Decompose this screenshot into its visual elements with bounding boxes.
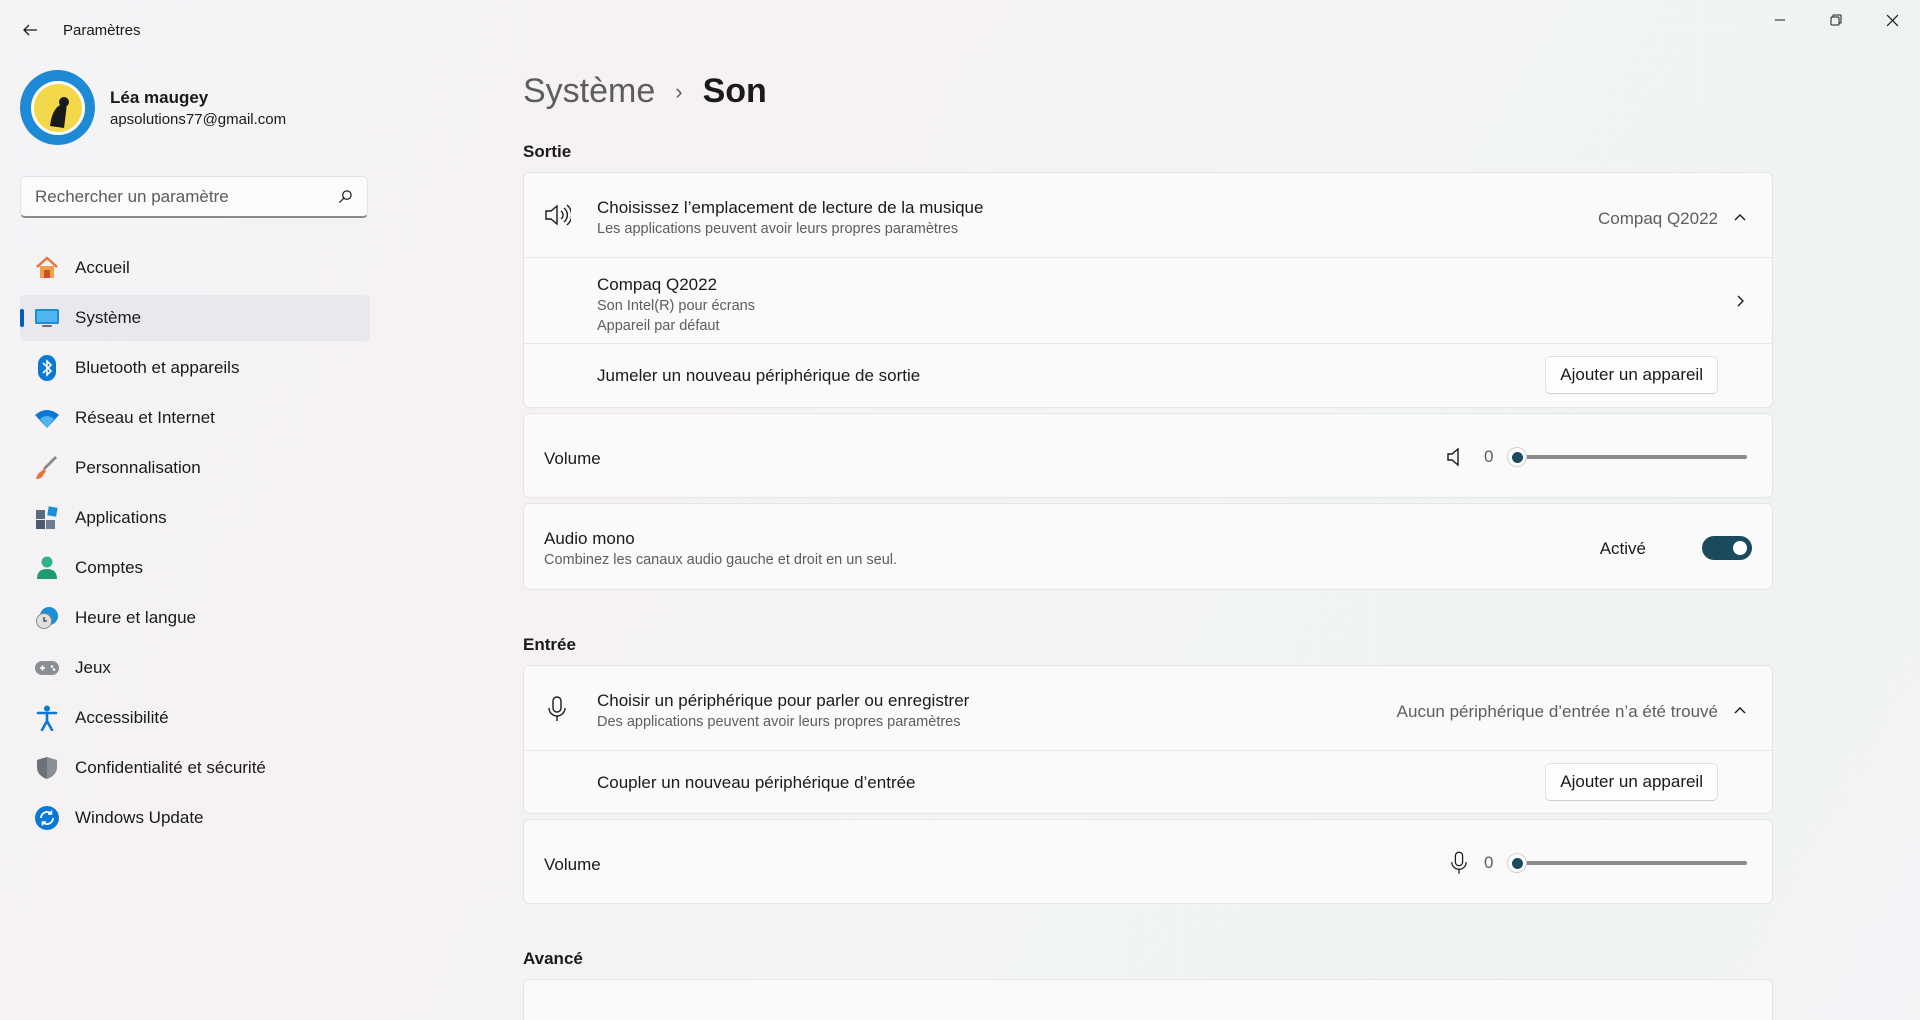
output-choose-row[interactable]: Choisissez l’emplacement de lecture de l… bbox=[524, 173, 1772, 258]
sidebar-item-personnalisation[interactable]: Personnalisation bbox=[20, 445, 370, 491]
input-choose-subtitle: Des applications peuvent avoir leurs pro… bbox=[597, 714, 961, 730]
output-device-name: Compaq Q2022 bbox=[597, 275, 718, 294]
minimize-button[interactable] bbox=[1752, 0, 1808, 40]
chevron-up-icon[interactable] bbox=[1730, 700, 1750, 720]
sidebar-item-heure-langue[interactable]: Heure et langue bbox=[20, 595, 370, 641]
restore-icon bbox=[1830, 14, 1842, 26]
sidebar-item-jeux[interactable]: Jeux bbox=[20, 645, 370, 691]
gamepad-icon bbox=[32, 653, 62, 683]
shield-icon bbox=[32, 753, 62, 783]
app-title: Paramètres bbox=[63, 22, 141, 39]
output-choose-subtitle: Les applications peuvent avoir leurs pro… bbox=[597, 221, 959, 237]
mono-audio-state: Activé bbox=[1599, 539, 1646, 558]
window-controls bbox=[1752, 0, 1920, 40]
input-choose-title: Choisir un périphérique pour parler ou e… bbox=[597, 691, 970, 710]
back-button[interactable] bbox=[14, 16, 46, 44]
user-email: apsolutions77@gmail.com bbox=[110, 110, 287, 128]
breadcrumb-separator: › bbox=[675, 78, 683, 104]
mono-audio-card: Audio mono Combinez les canaux audio gau… bbox=[523, 503, 1773, 590]
mono-audio-toggle[interactable] bbox=[1702, 536, 1752, 560]
bluetooth-icon bbox=[32, 353, 62, 383]
output-volume-card: Volume 0 bbox=[523, 413, 1773, 498]
output-pair-label: Jumeler un nouveau périphérique de sorti… bbox=[597, 366, 921, 385]
output-device-driver: Son Intel(R) pour écrans bbox=[597, 298, 755, 314]
output-selected-device: Compaq Q2022 bbox=[1597, 209, 1718, 228]
input-device-card: Choisir un périphérique pour parler ou e… bbox=[523, 665, 1773, 814]
sidebar-item-reseau[interactable]: Réseau et Internet bbox=[20, 395, 370, 441]
add-output-device-button[interactable]: Ajouter un appareil bbox=[1545, 356, 1718, 394]
input-pair-label: Coupler un nouveau périphérique d’entrée bbox=[597, 773, 916, 792]
sidebar-nav: Accueil Système Bluetooth et appareils R… bbox=[20, 245, 370, 845]
wifi-icon bbox=[32, 403, 62, 433]
search-icon bbox=[338, 190, 352, 204]
restore-button[interactable] bbox=[1808, 0, 1864, 40]
input-volume-value: 0 bbox=[1484, 853, 1494, 872]
search-input[interactable] bbox=[35, 186, 338, 207]
sidebar-item-applications[interactable]: Applications bbox=[20, 495, 370, 541]
chevron-up-icon[interactable] bbox=[1730, 207, 1750, 227]
output-device-default: Appareil par défaut bbox=[597, 318, 720, 334]
input-pair-row: Coupler un nouveau périphérique d’entrée… bbox=[524, 751, 1772, 814]
account-icon bbox=[32, 553, 62, 583]
search-box[interactable] bbox=[20, 176, 368, 218]
microphone-icon bbox=[542, 694, 572, 724]
output-pair-row: Jumeler un nouveau périphérique de sorti… bbox=[524, 344, 1772, 407]
sidebar-item-accueil[interactable]: Accueil bbox=[20, 245, 370, 291]
input-volume-card: Volume 0 bbox=[523, 819, 1773, 904]
minimize-icon bbox=[1775, 19, 1785, 21]
user-name: Léa maugey bbox=[110, 87, 209, 107]
time-language-icon bbox=[32, 603, 62, 633]
close-icon bbox=[1886, 14, 1898, 26]
avatar bbox=[20, 70, 95, 145]
sidebar-item-bluetooth[interactable]: Bluetooth et appareils bbox=[20, 345, 370, 391]
input-choose-row[interactable]: Choisir un périphérique pour parler ou e… bbox=[524, 666, 1772, 751]
sidebar-item-confidentialite[interactable]: Confidentialité et sécurité bbox=[20, 745, 370, 791]
page-title: Son bbox=[702, 72, 767, 110]
mono-audio-subtitle: Combinez les canaux audio gauche et droi… bbox=[544, 552, 898, 568]
section-title-advanced: Avancé bbox=[523, 949, 583, 968]
slider-thumb[interactable] bbox=[1507, 447, 1527, 467]
title-bar: Paramètres bbox=[0, 0, 1920, 60]
microphone-icon[interactable] bbox=[1444, 848, 1474, 878]
output-volume-value: 0 bbox=[1484, 447, 1494, 466]
speaker-icon bbox=[542, 200, 572, 230]
output-device-card: Choisissez l’emplacement de lecture de l… bbox=[523, 172, 1773, 408]
close-button[interactable] bbox=[1864, 0, 1920, 40]
input-volume-label: Volume bbox=[544, 855, 601, 874]
output-choose-title: Choisissez l’emplacement de lecture de l… bbox=[597, 198, 984, 217]
back-arrow-icon bbox=[23, 24, 37, 36]
sidebar-item-comptes[interactable]: Comptes bbox=[20, 545, 370, 591]
windows-update-icon bbox=[32, 803, 62, 833]
section-title-input: Entrée bbox=[523, 635, 576, 654]
user-profile[interactable]: Léa maugey apsolutions77@gmail.com bbox=[20, 70, 286, 145]
speaker-muted-icon[interactable] bbox=[1440, 442, 1470, 472]
mono-audio-title: Audio mono bbox=[544, 529, 635, 548]
input-volume-slider[interactable] bbox=[1507, 852, 1747, 873]
input-selected-device: Aucun périphérique d’entrée n’a été trou… bbox=[1396, 702, 1718, 721]
breadcrumb-parent[interactable]: Système bbox=[523, 72, 655, 111]
output-device-row[interactable]: Compaq Q2022 Son Intel(R) pour écrans Ap… bbox=[524, 258, 1772, 344]
section-title-output: Sortie bbox=[523, 142, 572, 161]
apps-icon bbox=[32, 503, 62, 533]
add-input-device-button[interactable]: Ajouter un appareil bbox=[1545, 763, 1718, 801]
system-icon bbox=[32, 303, 62, 333]
output-volume-slider[interactable] bbox=[1507, 446, 1747, 467]
slider-thumb[interactable] bbox=[1507, 853, 1527, 873]
sidebar-item-windows-update[interactable]: Windows Update bbox=[20, 795, 370, 841]
home-icon bbox=[32, 253, 62, 283]
breadcrumb: Système › Son bbox=[523, 72, 767, 111]
chevron-right-icon[interactable] bbox=[1730, 291, 1750, 311]
brush-icon bbox=[32, 453, 62, 483]
advanced-card[interactable] bbox=[523, 979, 1773, 1020]
sidebar-item-accessibilite[interactable]: Accessibilité bbox=[20, 695, 370, 741]
sidebar-item-systeme[interactable]: Système bbox=[20, 295, 370, 341]
accessibility-icon bbox=[32, 703, 62, 733]
output-volume-label: Volume bbox=[544, 449, 601, 468]
